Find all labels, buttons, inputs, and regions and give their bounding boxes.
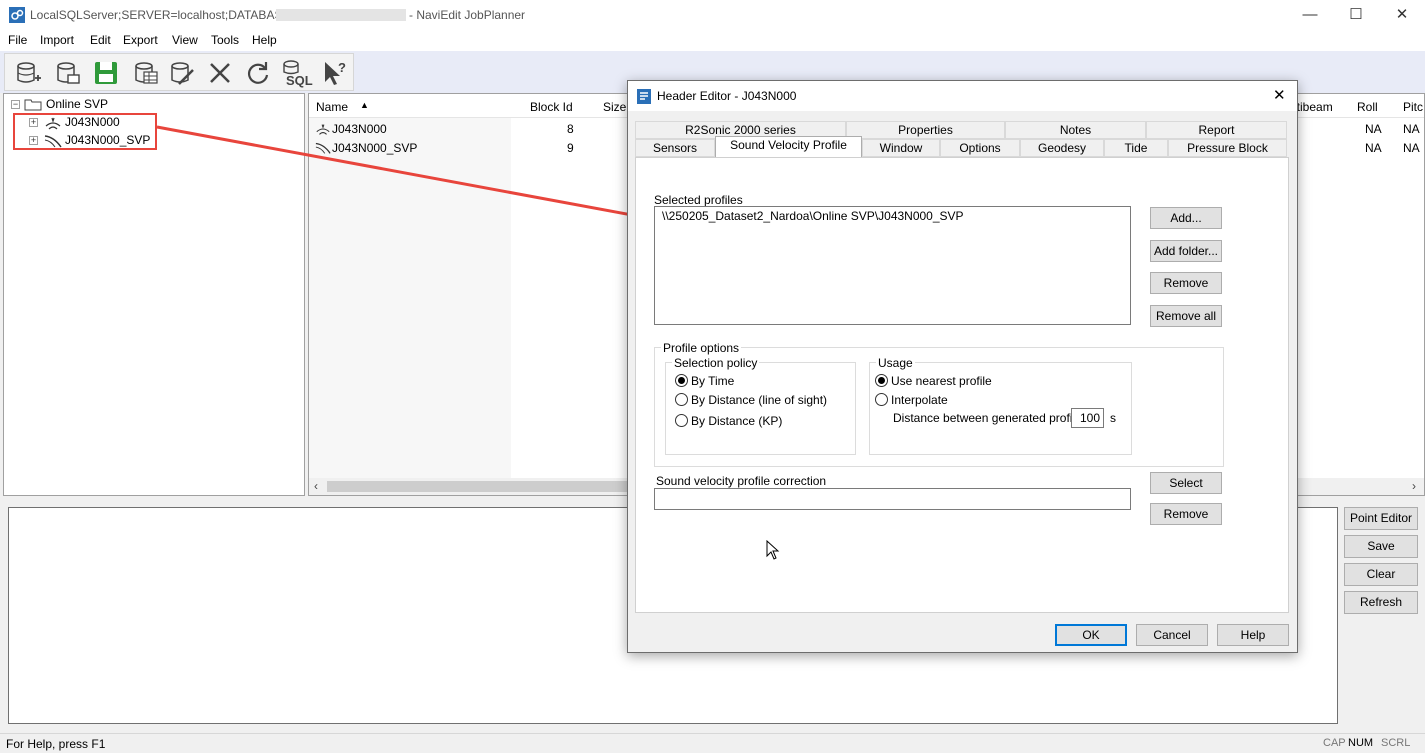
tab-report[interactable]: Report	[1146, 121, 1287, 139]
status-bar: For Help, press F1 CAP NUM SCRL	[0, 733, 1425, 753]
radio-by-time-label[interactable]: By Time	[691, 374, 734, 388]
distance-unit-label: s	[1110, 411, 1116, 425]
radio-by-distance-los[interactable]	[675, 393, 688, 406]
selected-profiles-label: Selected profiles	[654, 193, 743, 207]
radio-use-nearest-profile[interactable]	[875, 374, 888, 387]
dialog-app-icon	[637, 89, 651, 104]
select-button[interactable]: Select	[1150, 472, 1222, 494]
radio-by-distance-kp[interactable]	[675, 414, 688, 427]
mouse-cursor-icon	[766, 540, 780, 560]
selected-profiles-list[interactable]: \\250205_Dataset2_Nardoa\Online SVP\J043…	[654, 206, 1131, 325]
profile-options-label: Profile options	[661, 341, 742, 355]
tab-window[interactable]: Window	[862, 139, 940, 157]
tab-notes[interactable]: Notes	[1005, 121, 1146, 139]
refresh-button[interactable]: Refresh	[1344, 591, 1418, 614]
save-button[interactable]: Save	[1344, 535, 1418, 558]
radio-by-distance-kp-label[interactable]: By Distance (KP)	[691, 414, 782, 428]
usage-label: Usage	[876, 356, 915, 370]
tab-tide[interactable]: Tide	[1104, 139, 1168, 157]
clear-button[interactable]: Clear	[1344, 563, 1418, 586]
scrl-indicator: SCRL	[1381, 737, 1411, 749]
radio-use-nearest-profile-label[interactable]: Use nearest profile	[891, 374, 992, 388]
header-editor-dialog: Header Editor - J043N000 ✕ R2Sonic 2000 …	[627, 80, 1298, 653]
dialog-close-button[interactable]: ✕	[1273, 86, 1286, 104]
add-folder-button[interactable]: Add folder...	[1150, 240, 1222, 262]
radio-by-distance-los-label[interactable]: By Distance (line of sight)	[691, 393, 827, 407]
sound-velocity-profile-page: Selected profiles \\250205_Dataset2_Nard…	[635, 157, 1289, 613]
ok-button[interactable]: OK	[1055, 624, 1127, 646]
distance-between-profiles-label: Distance between generated profiles	[893, 411, 1088, 425]
tab-properties[interactable]: Properties	[846, 121, 1005, 139]
list-item[interactable]: \\250205_Dataset2_Nardoa\Online SVP\J043…	[662, 209, 964, 223]
svp-correction-label: Sound velocity profile correction	[656, 474, 827, 488]
help-button[interactable]: Help	[1217, 624, 1289, 646]
tab-geodesy[interactable]: Geodesy	[1020, 139, 1104, 157]
dialog-title-bar: Header Editor - J043N000 ✕	[628, 81, 1297, 111]
cancel-button[interactable]: Cancel	[1136, 624, 1208, 646]
cap-indicator: CAP	[1323, 737, 1346, 749]
remove-correction-button[interactable]: Remove	[1150, 503, 1222, 525]
num-indicator: NUM	[1348, 737, 1374, 749]
add-button[interactable]: Add...	[1150, 207, 1222, 229]
tab-sensors[interactable]: Sensors	[635, 139, 715, 157]
tab-pressure-block[interactable]: Pressure Block	[1168, 139, 1287, 157]
status-help-text: For Help, press F1	[6, 737, 106, 751]
tab-options[interactable]: Options	[940, 139, 1020, 157]
point-editor-button[interactable]: Point Editor	[1344, 507, 1418, 530]
tab-sound-velocity-profile[interactable]: Sound Velocity Profile	[715, 136, 862, 157]
distance-input[interactable]: 100	[1071, 408, 1104, 428]
selection-policy-label: Selection policy	[672, 356, 760, 370]
remove-button[interactable]: Remove	[1150, 272, 1222, 294]
remove-all-button[interactable]: Remove all	[1150, 305, 1222, 327]
dialog-title: Header Editor - J043N000	[657, 89, 797, 103]
svp-correction-input[interactable]	[654, 488, 1131, 510]
radio-interpolate[interactable]	[875, 393, 888, 406]
radio-by-time[interactable]	[675, 374, 688, 387]
radio-interpolate-label[interactable]: Interpolate	[891, 393, 948, 407]
